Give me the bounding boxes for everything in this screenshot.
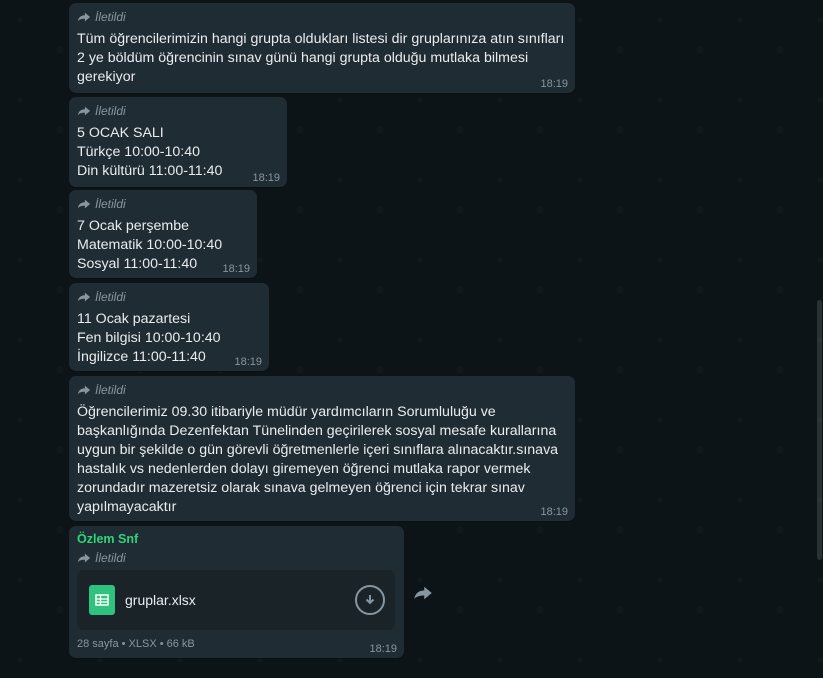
message-time: 18:19 (222, 263, 250, 275)
message-bubble[interactable]: İletildi Öğrencilerimiz 09.30 itibariyle… (69, 376, 575, 521)
message-time: 18:19 (369, 643, 397, 655)
file-meta: 28 sayfa • XLSX • 66 kB (77, 638, 195, 650)
forwarded-label: İletildi (95, 290, 126, 304)
forwarded-label: İletildi (95, 197, 126, 211)
message-time: 18:19 (540, 78, 568, 90)
message-time: 18:19 (252, 172, 280, 184)
message-bubble[interactable]: İletildi 7 Ocak perşembe Matematik 10:00… (69, 190, 257, 278)
message-time: 18:19 (234, 356, 262, 368)
download-icon (365, 595, 375, 605)
message-bubble[interactable]: İletildi Tüm öğrencilerimizin hangi grup… (69, 3, 575, 93)
message-text: 11 Ocak pazartesi Fen bilgisi 10:00-10:4… (77, 311, 221, 365)
message-bubble[interactable]: İletildi 5 OCAK SALI Türkçe 10:00-10:40 … (69, 97, 287, 187)
message-text: Öğrencilerimiz 09.30 itibariyle müdür ya… (77, 404, 559, 515)
message-bubble[interactable]: İletildi 11 Ocak pazartesi Fen bilgisi 1… (69, 283, 269, 371)
message-text: Tüm öğrencilerimizin hangi grupta oldukl… (77, 31, 565, 85)
forwarded-indicator: İletildi (77, 289, 261, 305)
forward-icon (77, 385, 91, 395)
document-attachment[interactable]: gruplar.xlsx (77, 570, 395, 630)
forwarded-label: İletildi (95, 551, 126, 565)
forwarded-indicator: İletildi (77, 103, 279, 119)
scrollbar[interactable] (817, 0, 823, 678)
scrollbar-thumb[interactable] (817, 300, 822, 560)
download-button[interactable] (355, 585, 385, 615)
forward-icon (77, 292, 91, 302)
forward-message-button[interactable] (413, 584, 433, 602)
forwarded-label: İletildi (95, 104, 126, 118)
forwarded-label: İletildi (95, 383, 126, 397)
message-text: 5 OCAK SALI Türkçe 10:00-10:40 Din kültü… (77, 125, 223, 179)
forwarded-indicator: İletildi (77, 196, 249, 212)
message-time: 18:19 (540, 506, 568, 518)
forwarded-indicator: İletildi (77, 382, 567, 398)
forwarded-indicator: İletildi (77, 550, 396, 566)
forward-icon (77, 553, 91, 563)
forward-icon (77, 12, 91, 22)
sender-name[interactable]: Özlem Snf (77, 532, 396, 546)
document-message-bubble[interactable]: Özlem Snf İletildi gruplar.xlsx 28 sayfa… (69, 526, 404, 658)
forward-icon (77, 199, 91, 209)
forward-icon (414, 586, 432, 600)
forward-icon (77, 106, 91, 116)
forwarded-label: İletildi (95, 10, 126, 24)
forwarded-indicator: İletildi (77, 9, 567, 25)
file-name: gruplar.xlsx (125, 592, 196, 608)
spreadsheet-icon (89, 585, 115, 615)
